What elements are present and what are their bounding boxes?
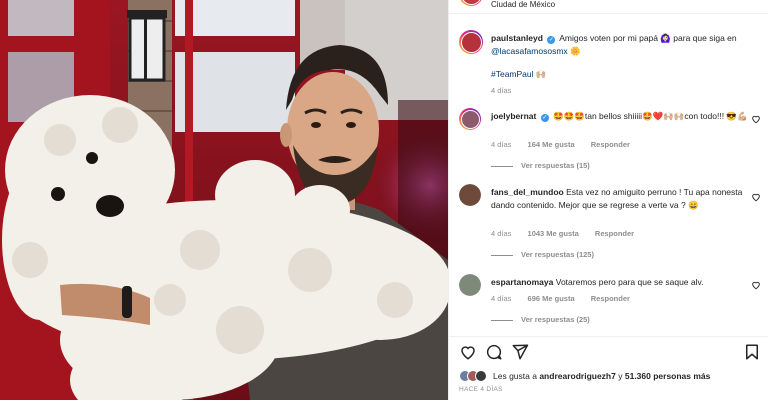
comment-username[interactable]: fans_del_mundoo [491,187,564,197]
comment-likes[interactable]: 164 Me gusta [528,140,575,149]
comment-username[interactable]: espartanomaya [491,277,553,287]
caption-avatar[interactable] [459,30,483,54]
author-avatar[interactable] [459,0,483,6]
share-icon[interactable] [511,343,529,361]
heart-icon[interactable] [459,343,477,361]
post-side-panel: Ciudad de México paulstanleyd ✓ Amigos v… [448,0,768,400]
comment-avatar[interactable] [459,274,481,296]
caption-mention[interactable]: @lacasafamososmx [491,46,568,56]
comment-body: espartanomaya Votaremos pero para que se… [491,276,761,289]
comment-meta: 4 días 696 Me gusta Responder [491,292,761,305]
comment-meta: 4 días 1043 Me gusta Responder [491,227,761,240]
comment-time[interactable]: 4 días [491,229,511,238]
verified-badge-icon: ✓ [547,36,556,44]
comment-text: 🤩🤩🤩tan bellos shiiiii🤩❤️🙌🏼🙌🏼con todo!!! … [553,111,748,121]
caption-username[interactable]: paulstanleyd [491,33,543,43]
likes-count[interactable]: 51.360 personas más [625,371,711,381]
caption-hashtag[interactable]: #TeamPaul [491,69,534,79]
comment-icon[interactable] [485,343,503,361]
bookmark-icon[interactable] [743,343,761,361]
caption-time[interactable]: 4 días [491,84,761,97]
post-actions: Les gusta a andrearodriguezh7 y 51.360 p… [449,336,768,400]
comment-heart-icon[interactable] [751,192,761,202]
likes-prefix: Les gusta a [493,371,537,381]
comment-avatar[interactable] [459,108,481,130]
post-date[interactable]: HACE 4 DÍAS [459,386,503,393]
comment-heart-icon[interactable] [751,280,761,290]
hashtag-emoji: 🙌🏼 [535,69,547,79]
post-photo[interactable] [0,0,448,400]
caption-emoji: 🌼 [570,46,581,56]
instagram-post: Ciudad de México paulstanleyd ✓ Amigos v… [0,0,768,400]
liker-avatars[interactable] [459,370,489,382]
comment-time[interactable]: 4 días [491,140,511,149]
view-replies-button[interactable]: Ver respuestas (15) [491,161,590,170]
comment-body: joelybernat ✓ 🤩🤩🤩tan bellos shiiiii🤩❤️🙌🏼… [491,110,761,123]
likes-middle: y [618,371,623,381]
comment-likes[interactable]: 1043 Me gusta [528,229,579,238]
comment-username[interactable]: joelybernat [491,111,536,121]
comments-list: paulstanleyd ✓ Amigos voten por mi papá … [449,26,768,332]
likes-user[interactable]: andrearodriguezh7 [539,371,616,381]
comment-heart-icon[interactable] [751,114,761,124]
view-replies-button[interactable]: Ver respuestas (125) [491,250,594,259]
likes-summary: Les gusta a andrearodriguezh7 y 51.360 p… [459,370,710,382]
post-header: Ciudad de México [449,0,768,14]
post-location[interactable]: Ciudad de México [491,0,555,9]
verified-badge-icon: ✓ [540,114,549,122]
reply-button[interactable]: Responder [591,140,630,149]
comment-body: fans_del_mundoo Esta vez no amiguito per… [491,186,761,212]
caption-text: paulstanleyd ✓ Amigos voten por mi papá … [491,32,761,58]
comment-likes[interactable]: 696 Me gusta [528,294,575,303]
comment-time[interactable]: 4 días [491,294,511,303]
comment-meta: 4 días 164 Me gusta Responder [491,138,761,151]
caption-hashtag-line: #TeamPaul 🙌🏼 [491,68,761,81]
comment-avatar[interactable] [459,184,481,206]
photo-illustration [0,0,448,400]
reply-button[interactable]: Responder [595,229,634,238]
comment-text: Votaremos pero para que se saque alv. [555,277,704,287]
view-replies-button[interactable]: Ver respuestas (25) [491,315,590,324]
reply-button[interactable]: Responder [591,294,630,303]
caption-body: Amigos voten por mi papá 🙆🏻‍♀️ para que … [559,33,737,43]
